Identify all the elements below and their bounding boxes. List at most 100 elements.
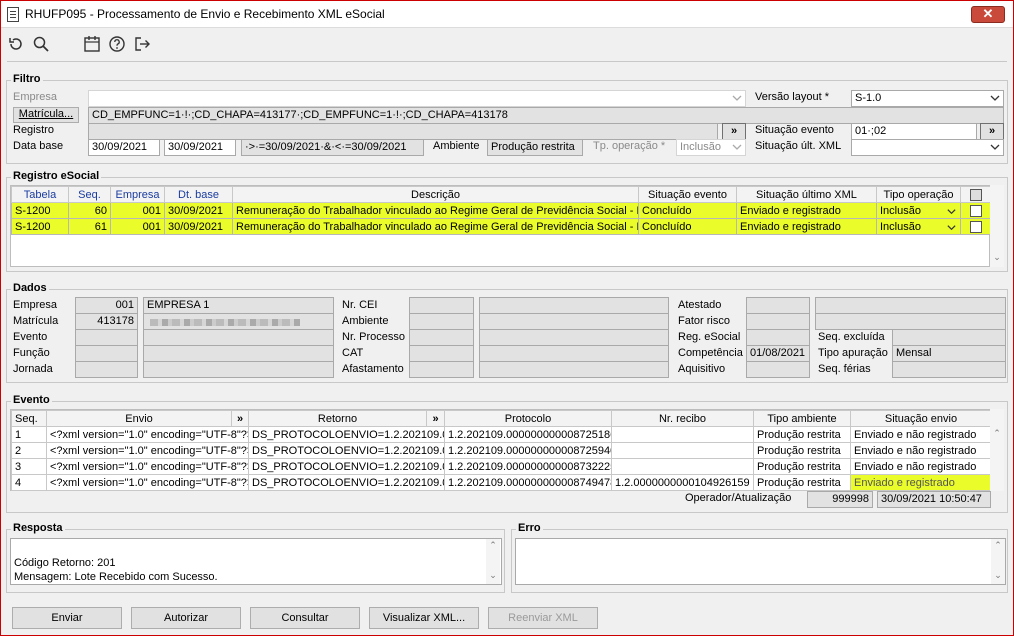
cell-situacao[interactable]: Enviado e não registrado [850,426,992,443]
cell-empresa[interactable]: 001 [110,202,165,219]
scroll-down-icon[interactable]: ⌄ [488,571,498,580]
matricula-button[interactable]: Matrícula... [13,107,79,123]
table-row[interactable]: S-1200 61 001 30/09/2021 Remuneração do … [11,218,992,235]
col-seq[interactable]: Seq. [68,186,111,203]
col-protocolo[interactable]: Protocolo [444,410,612,427]
col-retorno[interactable]: Retorno [248,410,427,427]
erro-scrollbar[interactable]: ⌃ ⌄ [991,539,1005,584]
cell-situacao[interactable]: Enviado e registrado [850,474,992,491]
erro-textarea[interactable] [515,538,1006,585]
table-row[interactable]: 2 <?xml version="1.0" encoding="UTF-8"?>… [11,442,992,459]
close-button[interactable]: ✕ [971,6,1005,23]
table-row[interactable]: S-1200 60 001 30/09/2021 Remuneração do … [11,202,992,219]
cell-envio[interactable]: <?xml version="1.0" encoding="UTF-8"?> [46,458,249,475]
cell-seq[interactable]: 3 [11,458,47,475]
matricula-field[interactable]: CD_EMPFUNC=1·!·;CD_CHAPA=413177·;CD_EMPF… [88,107,1004,124]
versao-layout-combo[interactable]: S-1.0 [851,90,1004,107]
cell-situacao-xml[interactable]: Enviado e registrado [736,218,877,235]
cell-situacao-xml[interactable]: Enviado e registrado [736,202,877,219]
cell-recibo[interactable] [611,458,754,475]
cell-tipo-op[interactable]: Inclusão [876,218,961,235]
cell-protocolo[interactable]: 1.2.202109.0000000000087259404 [444,442,612,459]
cell-seq[interactable]: 4 [11,474,47,491]
scroll-up-icon[interactable]: ⌃ [488,541,498,550]
cell-select[interactable] [960,202,992,219]
col-dt-base[interactable]: Dt. base [164,186,233,203]
cell-retorno[interactable]: DS_PROTOCOLOENVIO=1.2.202109.000 [248,442,445,459]
empresa-combo[interactable] [88,90,746,107]
cell-retorno[interactable]: DS_PROTOCOLOENVIO=1.2.202109.000 [248,426,445,443]
resposta-scrollbar[interactable]: ⌃ ⌄ [486,539,500,584]
table-row[interactable]: 3 <?xml version="1.0" encoding="UTF-8"?>… [11,458,992,475]
cell-descricao[interactable]: Remuneração do Trabalhador vinculado ao … [232,218,639,235]
registro-scrollbar[interactable]: ⌄ [990,185,1004,267]
tp-operacao-combo[interactable]: Inclusão [676,139,746,156]
cell-recibo[interactable]: 1.2.0000000000104926159 [611,474,754,491]
col-select-all[interactable] [960,186,992,203]
row-checkbox[interactable] [970,204,982,217]
cell-situacao[interactable]: Concluído [638,218,737,235]
col-descricao[interactable]: Descrição [232,186,639,203]
cell-protocolo[interactable]: 1.2.202109.0000000000087251867 [444,426,612,443]
scroll-up-icon[interactable]: ⌃ [993,541,1003,550]
cell-recibo[interactable] [611,442,754,459]
enviar-button[interactable]: Enviar [12,607,122,629]
cell-seq[interactable]: 1 [11,426,47,443]
col-tabela[interactable]: Tabela [11,186,69,203]
scroll-down-icon[interactable]: ⌄ [993,571,1003,580]
cell-ambiente[interactable]: Produção restrita [753,442,851,459]
cell-ambiente[interactable]: Produção restrita [753,474,851,491]
row-checkbox[interactable] [970,220,982,233]
cell-retorno[interactable]: DS_PROTOCOLOENVIO=1.2.202109.000 [248,474,445,491]
reenviar-xml-button[interactable]: Reenviar XML [488,607,598,629]
cell-envio[interactable]: <?xml version="1.0" encoding="UTF-8"?> [46,426,249,443]
col-nr-recibo[interactable]: Nr. recibo [611,410,754,427]
cell-seq[interactable]: 60 [68,202,111,219]
col-envio-expand[interactable]: » [231,410,249,427]
cell-descricao[interactable]: Remuneração do Trabalhador vinculado ao … [232,202,639,219]
col-seq[interactable]: Seq. [11,410,47,427]
col-situacao-envio[interactable]: Situação envio [850,410,992,427]
search-icon[interactable] [32,35,50,53]
cell-tipo-op[interactable]: Inclusão [876,202,961,219]
exit-icon[interactable] [133,35,151,53]
cell-envio[interactable]: <?xml version="1.0" encoding="UTF-8"?> [46,442,249,459]
registro-select-button[interactable]: » [722,123,746,140]
col-envio[interactable]: Envio [46,410,232,427]
table-row[interactable]: 4 <?xml version="1.0" encoding="UTF-8"?>… [11,474,992,491]
situacao-evento-field[interactable]: 01·;02 [851,123,977,140]
cell-ambiente[interactable]: Produção restrita [753,426,851,443]
refresh-icon[interactable] [7,35,25,53]
cell-protocolo[interactable]: 1.2.202109.0000000000087322254 [444,458,612,475]
col-situacao-evento[interactable]: Situação evento [638,186,737,203]
registro-field[interactable] [88,123,718,140]
visualizar-xml-button[interactable]: Visualizar XML... [369,607,479,629]
cell-seq[interactable]: 61 [68,218,111,235]
data-base-fim[interactable]: 30/09/2021 [164,139,236,156]
cell-dt-base[interactable]: 30/09/2021 [164,202,233,219]
col-situacao-xml[interactable]: Situação último XML [736,186,877,203]
cell-recibo[interactable] [611,426,754,443]
help-icon[interactable] [108,35,126,53]
col-tipo-ambiente[interactable]: Tipo ambiente [753,410,851,427]
cell-dt-base[interactable]: 30/09/2021 [164,218,233,235]
consultar-button[interactable]: Consultar [250,607,360,629]
cell-ambiente[interactable]: Produção restrita [753,458,851,475]
cell-situacao[interactable]: Enviado e não registrado [850,442,992,459]
scroll-down-icon[interactable]: ⌄ [992,253,1002,262]
situacao-xml-combo[interactable] [851,139,1004,156]
cell-envio[interactable]: <?xml version="1.0" encoding="UTF-8"?> [46,474,249,491]
calendar-icon[interactable] [83,35,101,53]
resposta-textarea[interactable]: Código Retorno: 201 Mensagem: Lote Receb… [10,538,502,585]
cell-retorno[interactable]: DS_PROTOCOLOENVIO=1.2.202109.000 [248,458,445,475]
col-retorno-expand[interactable]: » [426,410,445,427]
data-base-inicio[interactable]: 30/09/2021 [88,139,160,156]
cell-select[interactable] [960,218,992,235]
evento-scrollbar[interactable]: ⌃ [990,409,1004,491]
autorizar-button[interactable]: Autorizar [131,607,241,629]
table-row[interactable]: 1 <?xml version="1.0" encoding="UTF-8"?>… [11,426,992,443]
cell-protocolo[interactable]: 1.2.202109.0000000000087494783 [444,474,612,491]
col-empresa[interactable]: Empresa [110,186,165,203]
cell-situacao[interactable]: Concluído [638,202,737,219]
cell-tabela[interactable]: S-1200 [11,218,69,235]
